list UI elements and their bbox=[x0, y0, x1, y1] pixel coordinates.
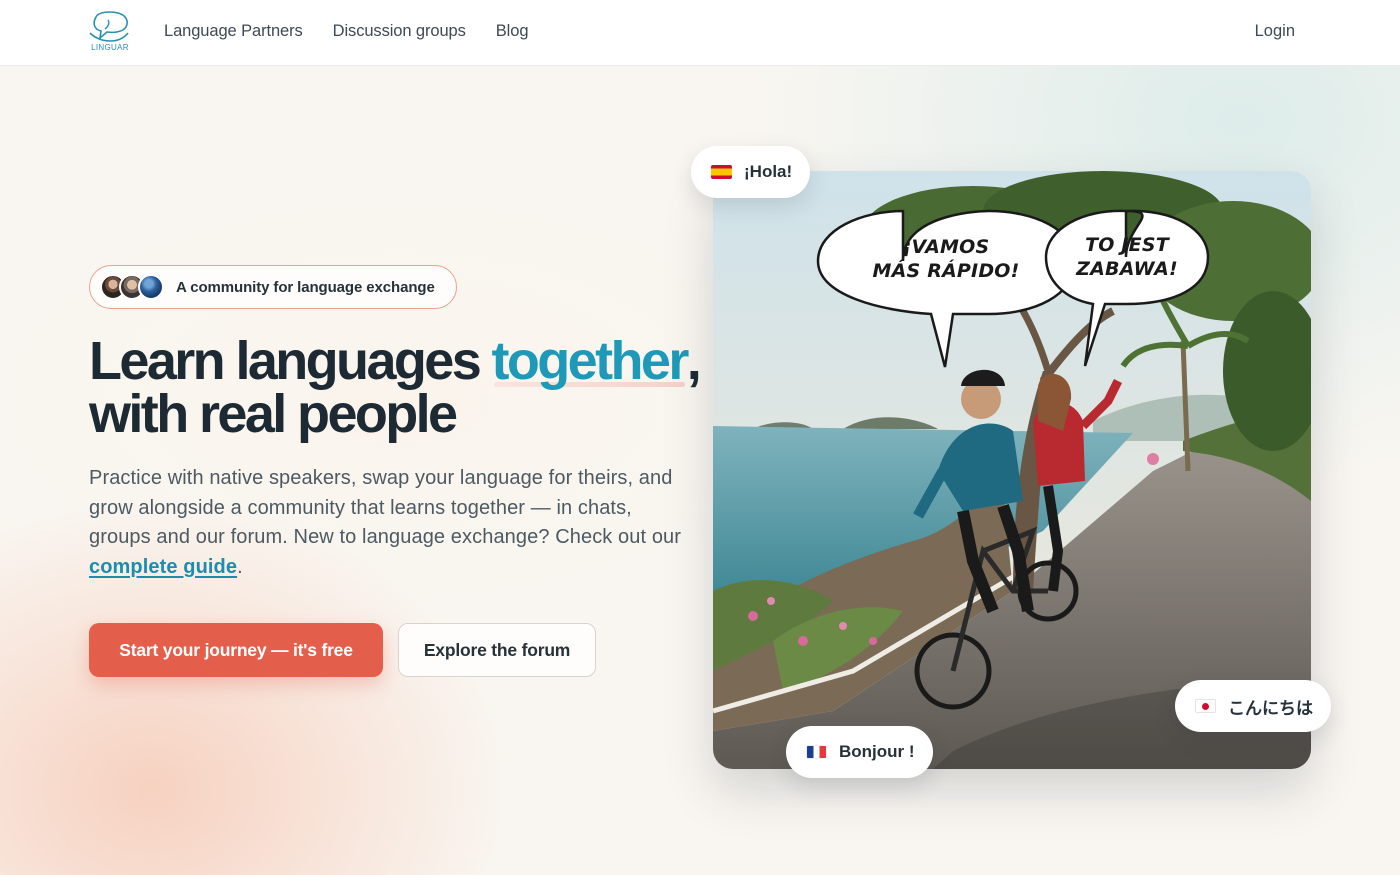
headline-part2: , bbox=[686, 331, 702, 391]
hero-headline: Learn languages together, with real peop… bbox=[89, 331, 709, 444]
start-journey-button[interactable]: Start your journey — it's free bbox=[89, 623, 383, 677]
nav-blog[interactable]: Blog bbox=[496, 22, 529, 41]
speech-bubble-logo-icon bbox=[89, 11, 129, 42]
headline-line2: with real people bbox=[89, 384, 458, 444]
chip-label: ¡Hola! bbox=[744, 162, 793, 181]
login-link[interactable]: Login bbox=[1255, 22, 1295, 41]
community-badge: A community for language exchange bbox=[89, 265, 457, 309]
headline-part1: Learn languages bbox=[89, 331, 492, 391]
chip-label: こんにちは bbox=[1228, 698, 1313, 719]
flag-jp-icon bbox=[1195, 699, 1216, 713]
chip-label: Bonjour ! bbox=[839, 742, 915, 761]
flag-es-icon bbox=[711, 165, 732, 179]
brand-wordmark: LINGUAR bbox=[91, 43, 129, 52]
avatar bbox=[138, 274, 164, 300]
speech-right-line1: TO JEST bbox=[1085, 234, 1171, 256]
hero-description: Practice with native speakers, swap your… bbox=[89, 464, 689, 582]
speech-left-line2: MÁS RÁPIDO! bbox=[872, 259, 1019, 282]
headline-accent: together bbox=[491, 331, 690, 391]
nav-discussion-groups[interactable]: Discussion groups bbox=[333, 22, 466, 41]
nav-language-partners[interactable]: Language Partners bbox=[164, 22, 303, 41]
badge-text: A community for language exchange bbox=[176, 278, 435, 296]
site-header: LINGUAR Language Partners Discussion gro… bbox=[0, 0, 1400, 66]
greeting-chip-japanese: こんにちは bbox=[1175, 680, 1331, 732]
flag-fr-icon bbox=[806, 745, 827, 759]
linguar-logo[interactable]: LINGUAR bbox=[88, 11, 132, 55]
greeting-chip-french: Bonjour ! bbox=[786, 726, 933, 778]
complete-guide-link[interactable]: complete guide bbox=[89, 556, 237, 578]
speech-left-line1: ¡VAMOS bbox=[903, 236, 990, 258]
description-text: Practice with native speakers, swap your… bbox=[89, 467, 682, 548]
description-end: . bbox=[237, 555, 243, 578]
main-nav: Language Partners Discussion groups Blog bbox=[164, 22, 529, 41]
explore-forum-button[interactable]: Explore the forum bbox=[398, 623, 596, 677]
avatar-group bbox=[100, 274, 164, 300]
greeting-chip-spanish: ¡Hola! bbox=[691, 146, 811, 198]
speech-right-line2: ZABAWA! bbox=[1075, 258, 1178, 280]
